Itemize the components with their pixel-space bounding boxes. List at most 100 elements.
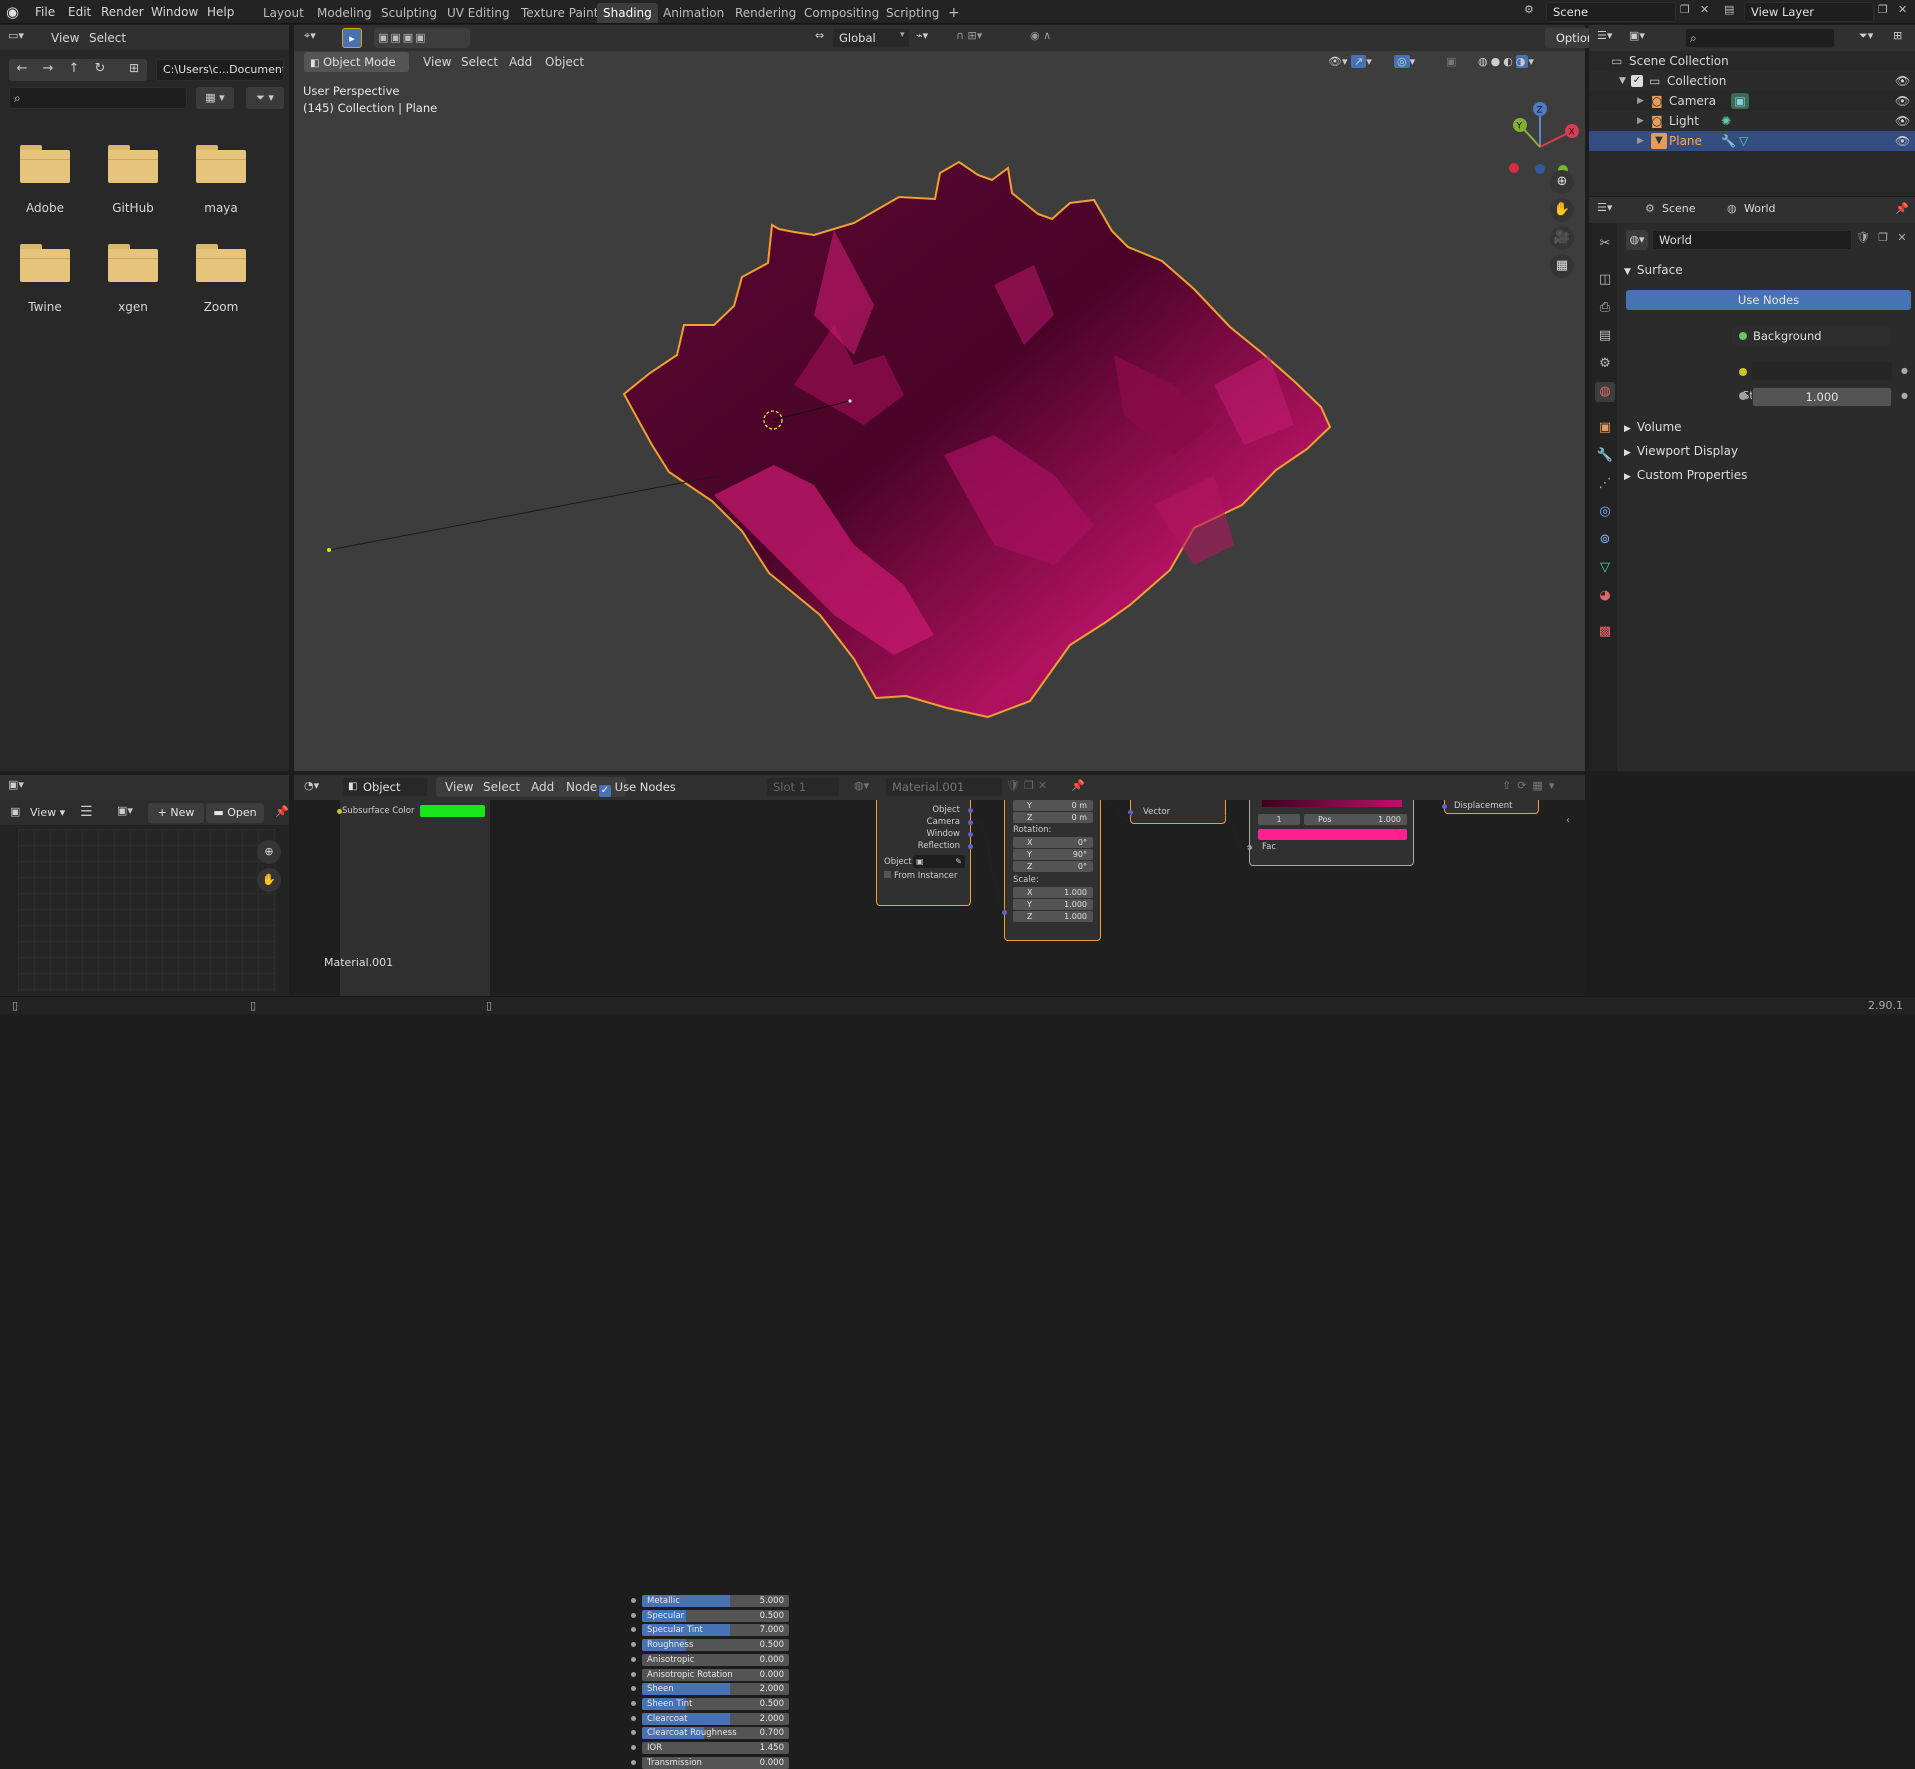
checkbox-icon[interactable]: ✓ (1631, 75, 1643, 87)
node-editor-panel[interactable]: ◔▾ ◧ Object View Select Add Node ✓ Use N… (294, 775, 1585, 1769)
add-workspace-button[interactable]: + (942, 3, 966, 23)
mesh-data-icon[interactable]: ▽ (1739, 131, 1748, 151)
image-canvas-grid[interactable] (18, 829, 276, 992)
strength-socket-icon[interactable] (1739, 392, 1747, 400)
copy-scene-icon[interactable]: ❐ (1680, 3, 1696, 19)
chevron-right-icon[interactable]: ▶ (1637, 131, 1644, 151)
bsdf-slider-row[interactable]: Anisotropic Rotation 0.000 (642, 1668, 789, 1681)
bsdf-slider-row[interactable]: Specular 0.500 (642, 1609, 789, 1622)
zoom-icon[interactable]: ⊕ (257, 840, 281, 864)
folder-label-maya[interactable]: maya (181, 201, 261, 215)
bsdf-slider-row[interactable]: Metallic 5.000 (642, 1595, 789, 1607)
file-search-input[interactable]: ⌕ (9, 87, 187, 109)
bsdf-slider-row[interactable]: Roughness 0.500 (642, 1639, 789, 1652)
data-tab-icon[interactable]: ▽ (1595, 558, 1615, 578)
editor-type-icon[interactable]: ▭▾ (8, 29, 38, 46)
custom-properties-panel-header[interactable]: ▶ Custom Properties (1624, 468, 1914, 488)
folder-label-xgen[interactable]: xgen (93, 300, 173, 314)
chevron-right-icon[interactable]: ▶ (1637, 111, 1644, 131)
menu-hamburger-icon[interactable]: ☰ (80, 804, 93, 820)
socket-icon[interactable] (631, 1627, 636, 1633)
world-tab-icon[interactable]: ◍ (1595, 382, 1615, 402)
tab-rendering[interactable]: Rendering (729, 3, 802, 23)
viewport-display-panel-header[interactable]: ▶ Viewport Display (1624, 444, 1914, 464)
viewport-3d[interactable]: ⌖▾ ▸ ▣▣▣▣ ⇔ Global ▾ ⌁▾ ∩ ⊞▾ ◉ ∧ Options… (294, 25, 1611, 771)
bsdf-slider-row[interactable]: Sheen 2.000 (642, 1683, 789, 1696)
outliner-search-input[interactable]: ⌕ (1685, 28, 1835, 48)
scene-tab-icon[interactable]: ⚙ (1595, 354, 1615, 374)
bsdf-slider-row[interactable]: Specular Tint 7.000 (642, 1624, 789, 1637)
bsdf-slider-row[interactable]: IOR 1.450 (642, 1742, 789, 1754)
eye-icon[interactable]: 👁 (1895, 71, 1910, 91)
folder-icon[interactable] (196, 244, 246, 282)
socket-icon[interactable] (631, 1730, 636, 1736)
folder-icon[interactable] (196, 145, 246, 183)
outliner-row-plane[interactable]: ▶ ▼ Plane 🔧 ▽ 👁 (1589, 131, 1915, 151)
bsdf-slider-row[interactable]: Sheen Tint 0.500 (642, 1697, 789, 1710)
display-mode-icon[interactable]: ▣▾ (1629, 29, 1657, 47)
socket-icon[interactable] (631, 1598, 636, 1603)
editor-type-icon[interactable]: ☰▾ (1597, 29, 1625, 47)
light-data-icon[interactable]: ✺ (1721, 111, 1731, 131)
tab-uv-editing[interactable]: UV Editing (441, 3, 516, 23)
close-scene-icon[interactable]: ✕ (1700, 3, 1716, 19)
bsdf-slider-row[interactable]: Anisotropic 0.000 (642, 1653, 789, 1666)
menu-file[interactable]: File (30, 3, 60, 21)
object-tab-icon[interactable]: ▣ (1595, 418, 1615, 438)
tab-modeling[interactable]: Modeling (311, 3, 378, 23)
folder-icon[interactable] (108, 145, 158, 183)
view-layer-field[interactable]: View Layer (1744, 2, 1874, 22)
socket-icon[interactable] (631, 1745, 636, 1750)
pan-hand-icon[interactable]: ✋ (257, 868, 281, 892)
tab-texture-paint[interactable]: Texture Paint (515, 3, 604, 23)
socket-icon[interactable] (631, 1612, 636, 1618)
bsdf-slider-row[interactable]: Clearcoat Roughness 0.700 (642, 1727, 789, 1740)
outliner-row-light[interactable]: ▶ ◙ Light ✺ 👁 (1589, 111, 1915, 131)
new-folder-icon[interactable]: ⊞ (123, 61, 145, 79)
filter-icon[interactable]: ⏷ ▾ (246, 87, 284, 109)
folder-label-github[interactable]: GitHub (93, 201, 173, 215)
image-editor-icon[interactable]: ▣ (10, 805, 20, 818)
chevron-down-icon[interactable]: ▼ (1619, 71, 1626, 91)
tab-sculpting[interactable]: Sculpting (375, 3, 443, 23)
image-browse-icon[interactable]: ▣▾ (117, 804, 147, 822)
color-socket-icon[interactable] (1739, 368, 1747, 376)
terrain-mesh[interactable] (294, 25, 1585, 771)
pin-icon[interactable]: 📌 (1895, 202, 1909, 215)
eye-icon[interactable]: 👁 (1895, 91, 1910, 111)
fake-user-icon[interactable]: 🛡 (1854, 231, 1872, 249)
keyframe-dot-icon[interactable]: ● (1901, 391, 1908, 400)
back-arrow-icon[interactable]: ← (11, 61, 33, 79)
unlink-icon[interactable]: ✕ (1893, 231, 1911, 249)
particles-tab-icon[interactable]: ⋰ (1595, 474, 1615, 494)
open-image-button[interactable]: ▬ Open (206, 803, 264, 823)
sidebar-toggle-icon[interactable]: ‹ (1566, 815, 1570, 826)
duplicate-icon[interactable]: ❐ (1874, 231, 1892, 249)
scene-field[interactable]: Scene (1546, 2, 1676, 22)
output-tab-icon[interactable]: ⎙ (1595, 298, 1615, 318)
tab-shading[interactable]: Shading (597, 3, 658, 23)
modifier-tab-icon[interactable]: 🔧 (1595, 446, 1615, 466)
image-editor-panel[interactable]: ▣▾ ▣ View ▾ ☰ ▣▾ + New ▬ Open 📌 ⊕ ✋ (0, 775, 289, 996)
forward-arrow-icon[interactable]: → (37, 61, 59, 79)
folder-label-zoom[interactable]: Zoom (181, 300, 261, 314)
socket-icon[interactable] (631, 1642, 636, 1648)
wrench-icon[interactable]: 🔧 (1721, 131, 1736, 151)
tool-tab-icon[interactable]: ✂ (1595, 234, 1615, 254)
constraints-tab-icon[interactable]: ⊚ (1595, 530, 1615, 550)
render-tab-icon[interactable]: ◫ (1595, 270, 1615, 290)
socket-icon[interactable] (631, 1700, 636, 1706)
chevron-right-icon[interactable]: ▶ (1637, 91, 1644, 111)
camera-data-icon[interactable]: ▣ (1731, 93, 1749, 109)
tab-scripting[interactable]: Scripting (880, 3, 945, 23)
world-browse-icon[interactable]: ◍▾ (1626, 230, 1648, 250)
folder-icon[interactable] (108, 244, 158, 282)
folder-icon[interactable] (20, 244, 70, 282)
filter-icon[interactable]: ⏷▾ (1859, 29, 1887, 47)
view-select[interactable]: View ▾ (30, 804, 74, 822)
outliner-row-collection[interactable]: ▼ ✓ ▭ Collection 👁 (1589, 71, 1915, 91)
keyframe-dot-icon[interactable]: ● (1901, 366, 1908, 375)
eye-icon[interactable]: 👁 (1895, 131, 1910, 151)
bsdf-slider-row[interactable]: Clearcoat 2.000 (642, 1712, 789, 1725)
volume-panel-header[interactable]: ▶ Volume (1624, 420, 1914, 440)
